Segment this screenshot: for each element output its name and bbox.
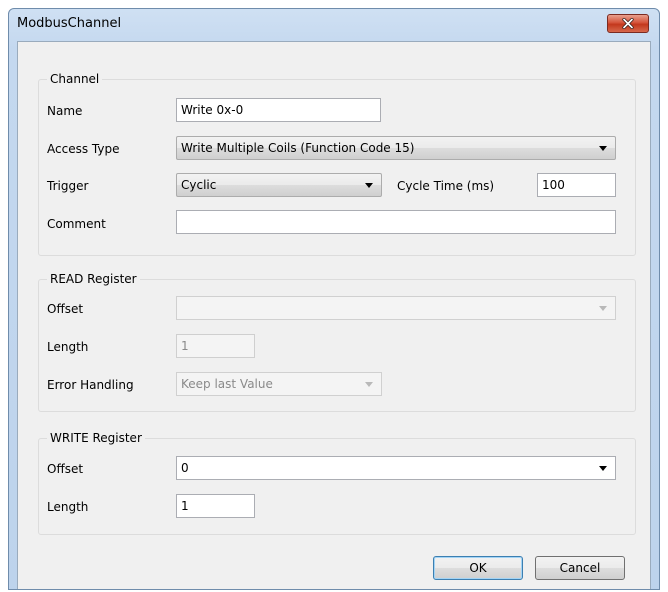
access-type-value: Write Multiple Coils (Function Code 15) (181, 141, 415, 155)
comment-label: Comment (47, 217, 106, 231)
read-register-legend: READ Register (47, 271, 140, 287)
trigger-value: Cyclic (181, 178, 217, 192)
close-icon (622, 18, 634, 29)
chevron-down-icon (599, 146, 607, 151)
chevron-down-icon (365, 382, 373, 387)
write-offset-select[interactable]: 0 (176, 456, 616, 480)
write-length-input[interactable]: 1 (176, 494, 255, 518)
cycle-time-label: Cycle Time (ms) (397, 179, 495, 193)
access-type-label: Access Type (47, 142, 120, 156)
cycle-time-input[interactable]: 100 (537, 173, 616, 197)
error-handling-value: Keep last Value (181, 377, 273, 391)
write-offset-value: 0 (181, 461, 189, 475)
dialog-window: ModbusChannel Channel Name Write 0x-0 Ac… (8, 8, 660, 590)
chevron-down-icon (599, 306, 607, 311)
write-offset-label: Offset (47, 462, 84, 476)
read-length-label: Length (47, 340, 89, 354)
name-label: Name (47, 104, 83, 118)
error-handling-label: Error Handling (47, 378, 134, 392)
close-button[interactable] (607, 14, 649, 33)
access-type-select[interactable]: Write Multiple Coils (Function Code 15) (176, 136, 616, 160)
comment-input[interactable] (176, 210, 616, 234)
name-input[interactable]: Write 0x-0 (176, 98, 381, 122)
title-bar[interactable]: ModbusChannel (9, 9, 659, 41)
cancel-button[interactable]: Cancel (535, 556, 625, 580)
chevron-down-icon (365, 183, 373, 188)
trigger-label: Trigger (47, 179, 89, 193)
read-length-input: 1 (176, 334, 255, 358)
read-offset-label: Offset (47, 302, 84, 316)
write-register-legend: WRITE Register (47, 430, 145, 446)
ok-button[interactable]: OK (433, 556, 523, 580)
write-length-label: Length (47, 500, 89, 514)
window-title: ModbusChannel (17, 16, 122, 31)
chevron-down-icon (599, 466, 607, 471)
error-handling-select: Keep last Value (176, 372, 382, 396)
dialog-body: Channel Name Write 0x-0 Access Type Writ… (17, 41, 651, 589)
write-register-group: WRITE Register (38, 430, 636, 535)
channel-legend: Channel (47, 71, 103, 87)
trigger-select[interactable]: Cyclic (176, 173, 382, 197)
read-offset-select (176, 296, 616, 320)
